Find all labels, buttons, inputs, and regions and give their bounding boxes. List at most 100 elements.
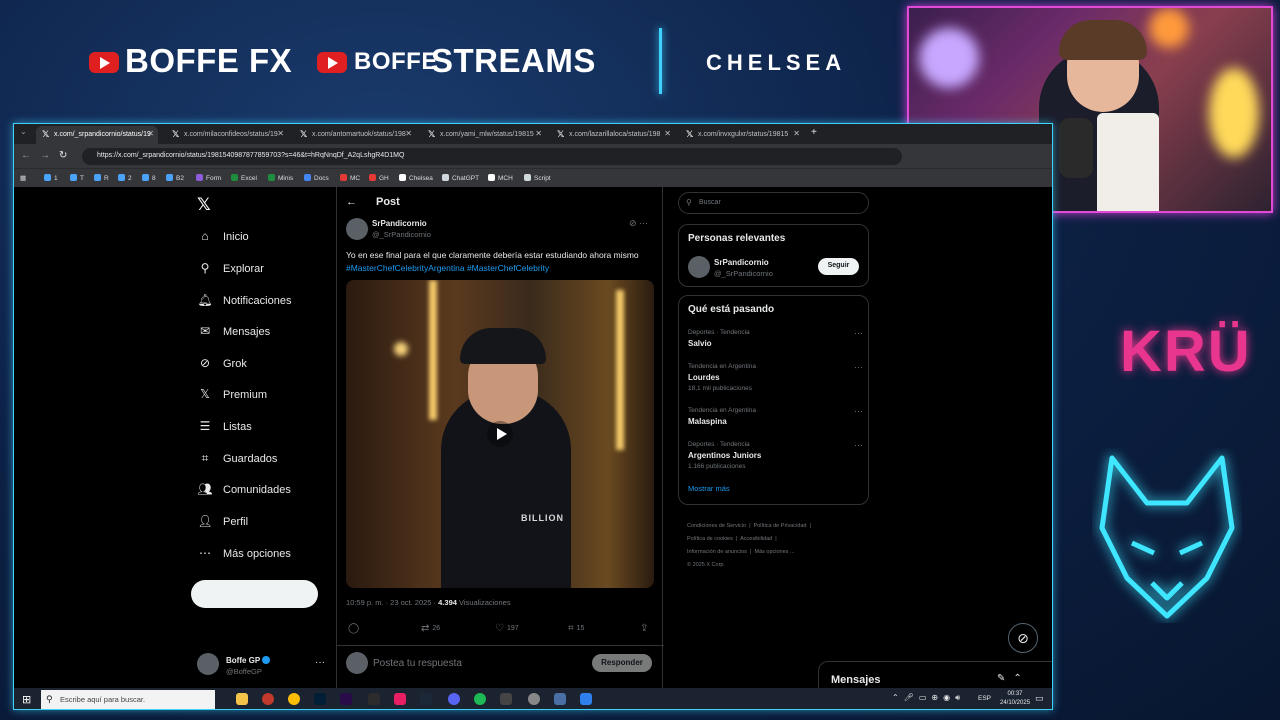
new-tab-icon[interactable]: + <box>811 127 817 138</box>
close-icon[interactable]: ✕ <box>535 129 542 138</box>
photoshop-icon[interactable] <box>314 693 326 705</box>
app-icon[interactable] <box>528 693 540 705</box>
system-tray[interactable]: ⌃🎤︎▭⊕◉🔊︎ <box>892 693 965 703</box>
clock[interactable]: 00:37 24/10/2025 <box>1000 690 1030 708</box>
sidebar-item-notificaciones[interactable]: 🔔︎ Notificaciones <box>197 293 291 313</box>
sidebar-item-grok[interactable]: ⊘ Grok <box>197 356 247 376</box>
trend-item[interactable]: Tendencia en Argentina Lourdes 18,1 mil … <box>688 362 863 392</box>
trend-item[interactable]: Deportes · Tendencia Argentinos Juniors … <box>688 440 863 470</box>
footer-link[interactable]: Más opciones ... <box>754 549 794 555</box>
bookmark-8[interactable]: 8 <box>142 174 156 182</box>
app-icon[interactable] <box>394 693 406 705</box>
reply-input[interactable]: Postea tu respuesta <box>373 658 462 669</box>
x-logo-icon[interactable]: 𝕏 <box>197 195 211 215</box>
more-icon[interactable]: ··· <box>639 218 648 228</box>
close-icon[interactable]: ✕ <box>793 129 800 138</box>
reply-action[interactable]: ◯ <box>348 623 362 634</box>
url-field[interactable]: https://x.com/_srpandicornio/status/1981… <box>82 148 902 165</box>
bookmark-chatgpt[interactable]: ChatGPT <box>442 174 479 182</box>
app-icon[interactable] <box>580 693 592 705</box>
sidebar-item-inicio[interactable]: ⌂ Inicio <box>197 229 248 249</box>
bookmark-chelsea[interactable]: Chelsea <box>399 174 433 182</box>
trend-item[interactable]: Deportes · Tendencia Salvio ··· <box>688 328 863 348</box>
share-action[interactable]: ⇪ <box>640 623 651 634</box>
tab-1[interactable]: 𝕏x.com/_srpandicornio/status/19 ✕ <box>36 126 158 144</box>
steam-icon[interactable] <box>420 693 432 705</box>
close-icon[interactable]: ✕ <box>664 129 671 138</box>
reply-button[interactable]: Responder <box>592 654 652 672</box>
bookmark-r[interactable]: R <box>94 174 109 182</box>
bookmark-mch[interactable]: MCH <box>488 174 513 182</box>
bookmark-t[interactable]: T <box>70 174 84 182</box>
search-input[interactable]: ⚲ Buscar <box>678 192 869 214</box>
retweet-action[interactable]: ⇄ 26 <box>421 623 440 634</box>
sidebar-item-mas-opciones[interactable]: ⋯ Más opciones <box>197 546 291 566</box>
bookmark-b2[interactable]: B2 <box>166 174 184 182</box>
sidebar-item-perfil[interactable]: 👤︎ Perfil <box>197 514 248 534</box>
grok-floating-button[interactable]: ⊘ <box>1008 623 1038 653</box>
close-icon[interactable]: ✕ <box>147 129 154 138</box>
new-message-icon[interactable]: ✎ <box>997 673 1013 684</box>
tab-5[interactable]: 𝕏x.com/lazarillaloca/status/198 ✕ <box>551 126 675 144</box>
sidebar-item-mensajes[interactable]: ✉ Mensajes <box>197 324 270 344</box>
sidebar-item-explorar[interactable]: ⚲ Explorar <box>197 261 264 281</box>
tab-2[interactable]: 𝕏x.com/milaconfideos/status/19 ✕ <box>166 126 288 144</box>
show-more-link[interactable]: Mostrar más <box>688 484 730 493</box>
bookmark-minis[interactable]: Minis <box>268 174 293 182</box>
footer-link[interactable]: Política de cookies <box>687 536 733 542</box>
bookmark-2[interactable]: 2 <box>118 174 132 182</box>
back-icon[interactable]: ← <box>21 150 31 161</box>
avatar[interactable] <box>688 256 710 278</box>
notification-icon[interactable]: ▭ <box>1035 693 1044 704</box>
bookmark-action[interactable]: ⌗ 15 <box>568 623 584 634</box>
relevant-name[interactable]: SrPandicornio <box>714 258 769 267</box>
back-arrow-icon[interactable]: ← <box>346 196 357 208</box>
video-player[interactable]: BILLION <box>346 280 654 588</box>
close-icon[interactable]: ✕ <box>405 129 412 138</box>
like-action[interactable]: ♡ 197 <box>495 623 519 634</box>
chrome-icon[interactable] <box>288 693 300 705</box>
relevant-handle[interactable]: @_SrPandicornio <box>714 269 773 278</box>
reload-icon[interactable]: ↻ <box>59 150 67 161</box>
obs-icon[interactable] <box>262 693 274 705</box>
author-handle[interactable]: @_SrPandicornio <box>372 230 431 239</box>
sidebar-item-premium[interactable]: 𝕏 Premium <box>197 387 267 407</box>
footer-link[interactable]: Condiciones de Servicio <box>687 523 746 529</box>
trend-item[interactable]: Tendencia en Argentina Malaspina ··· <box>688 406 863 426</box>
tab-menu-icon[interactable]: ⌄ <box>20 127 27 136</box>
tab-3[interactable]: 𝕏x.com/antomartuok/status/198 ✕ <box>294 126 416 144</box>
discord-icon[interactable] <box>448 693 460 705</box>
more-icon[interactable]: ··· <box>854 362 863 372</box>
sidebar-item-guardados[interactable]: ⌗ Guardados <box>197 451 278 471</box>
premiere-icon[interactable] <box>340 693 352 705</box>
spotify-icon[interactable] <box>474 693 486 705</box>
bookmark-docs[interactable]: Docs <box>304 174 329 182</box>
author-avatar[interactable] <box>346 218 368 240</box>
windows-start-icon[interactable]: ⊞ <box>22 693 31 706</box>
bookmark-gh[interactable]: GH <box>369 174 389 182</box>
play-icon[interactable] <box>487 421 513 447</box>
more-icon[interactable]: ··· <box>854 328 863 338</box>
bookmark-excel[interactable]: Excel <box>231 174 257 182</box>
sidebar-item-comunidades[interactable]: 👥︎ Comunidades <box>197 482 291 502</box>
more-icon[interactable]: ··· <box>854 406 863 416</box>
language-indicator[interactable]: ESP <box>978 695 991 702</box>
tab-6[interactable]: 𝕏x.com/invxgulxr/status/19815 ✕ <box>680 126 804 144</box>
footer-link[interactable]: Política de Privacidad <box>754 523 807 529</box>
bookmark-mc[interactable]: MC <box>340 174 360 182</box>
account-switcher[interactable]: Boffe GP @BoffeGP ··· <box>197 653 327 679</box>
footer-link[interactable]: Información de anuncios <box>687 549 747 555</box>
sidebar-item-listas[interactable]: ☰ Listas <box>197 419 252 439</box>
follow-button[interactable]: Seguir <box>818 258 859 275</box>
app-icon[interactable] <box>500 693 512 705</box>
tab-4[interactable]: 𝕏x.com/yami_mlw/status/19815 ✕ <box>422 126 546 144</box>
author-name[interactable]: SrPandicornio <box>372 219 427 228</box>
more-icon[interactable]: ··· <box>315 657 325 668</box>
app-icon[interactable] <box>554 693 566 705</box>
more-icon[interactable]: ··· <box>854 440 863 450</box>
grok-icon[interactable]: ⊘ <box>629 218 637 228</box>
apps-icon[interactable]: ▦ <box>20 174 26 182</box>
bookmark-form[interactable]: Form <box>196 174 221 182</box>
post-button[interactable] <box>191 580 318 608</box>
terminal-icon[interactable] <box>368 693 380 705</box>
